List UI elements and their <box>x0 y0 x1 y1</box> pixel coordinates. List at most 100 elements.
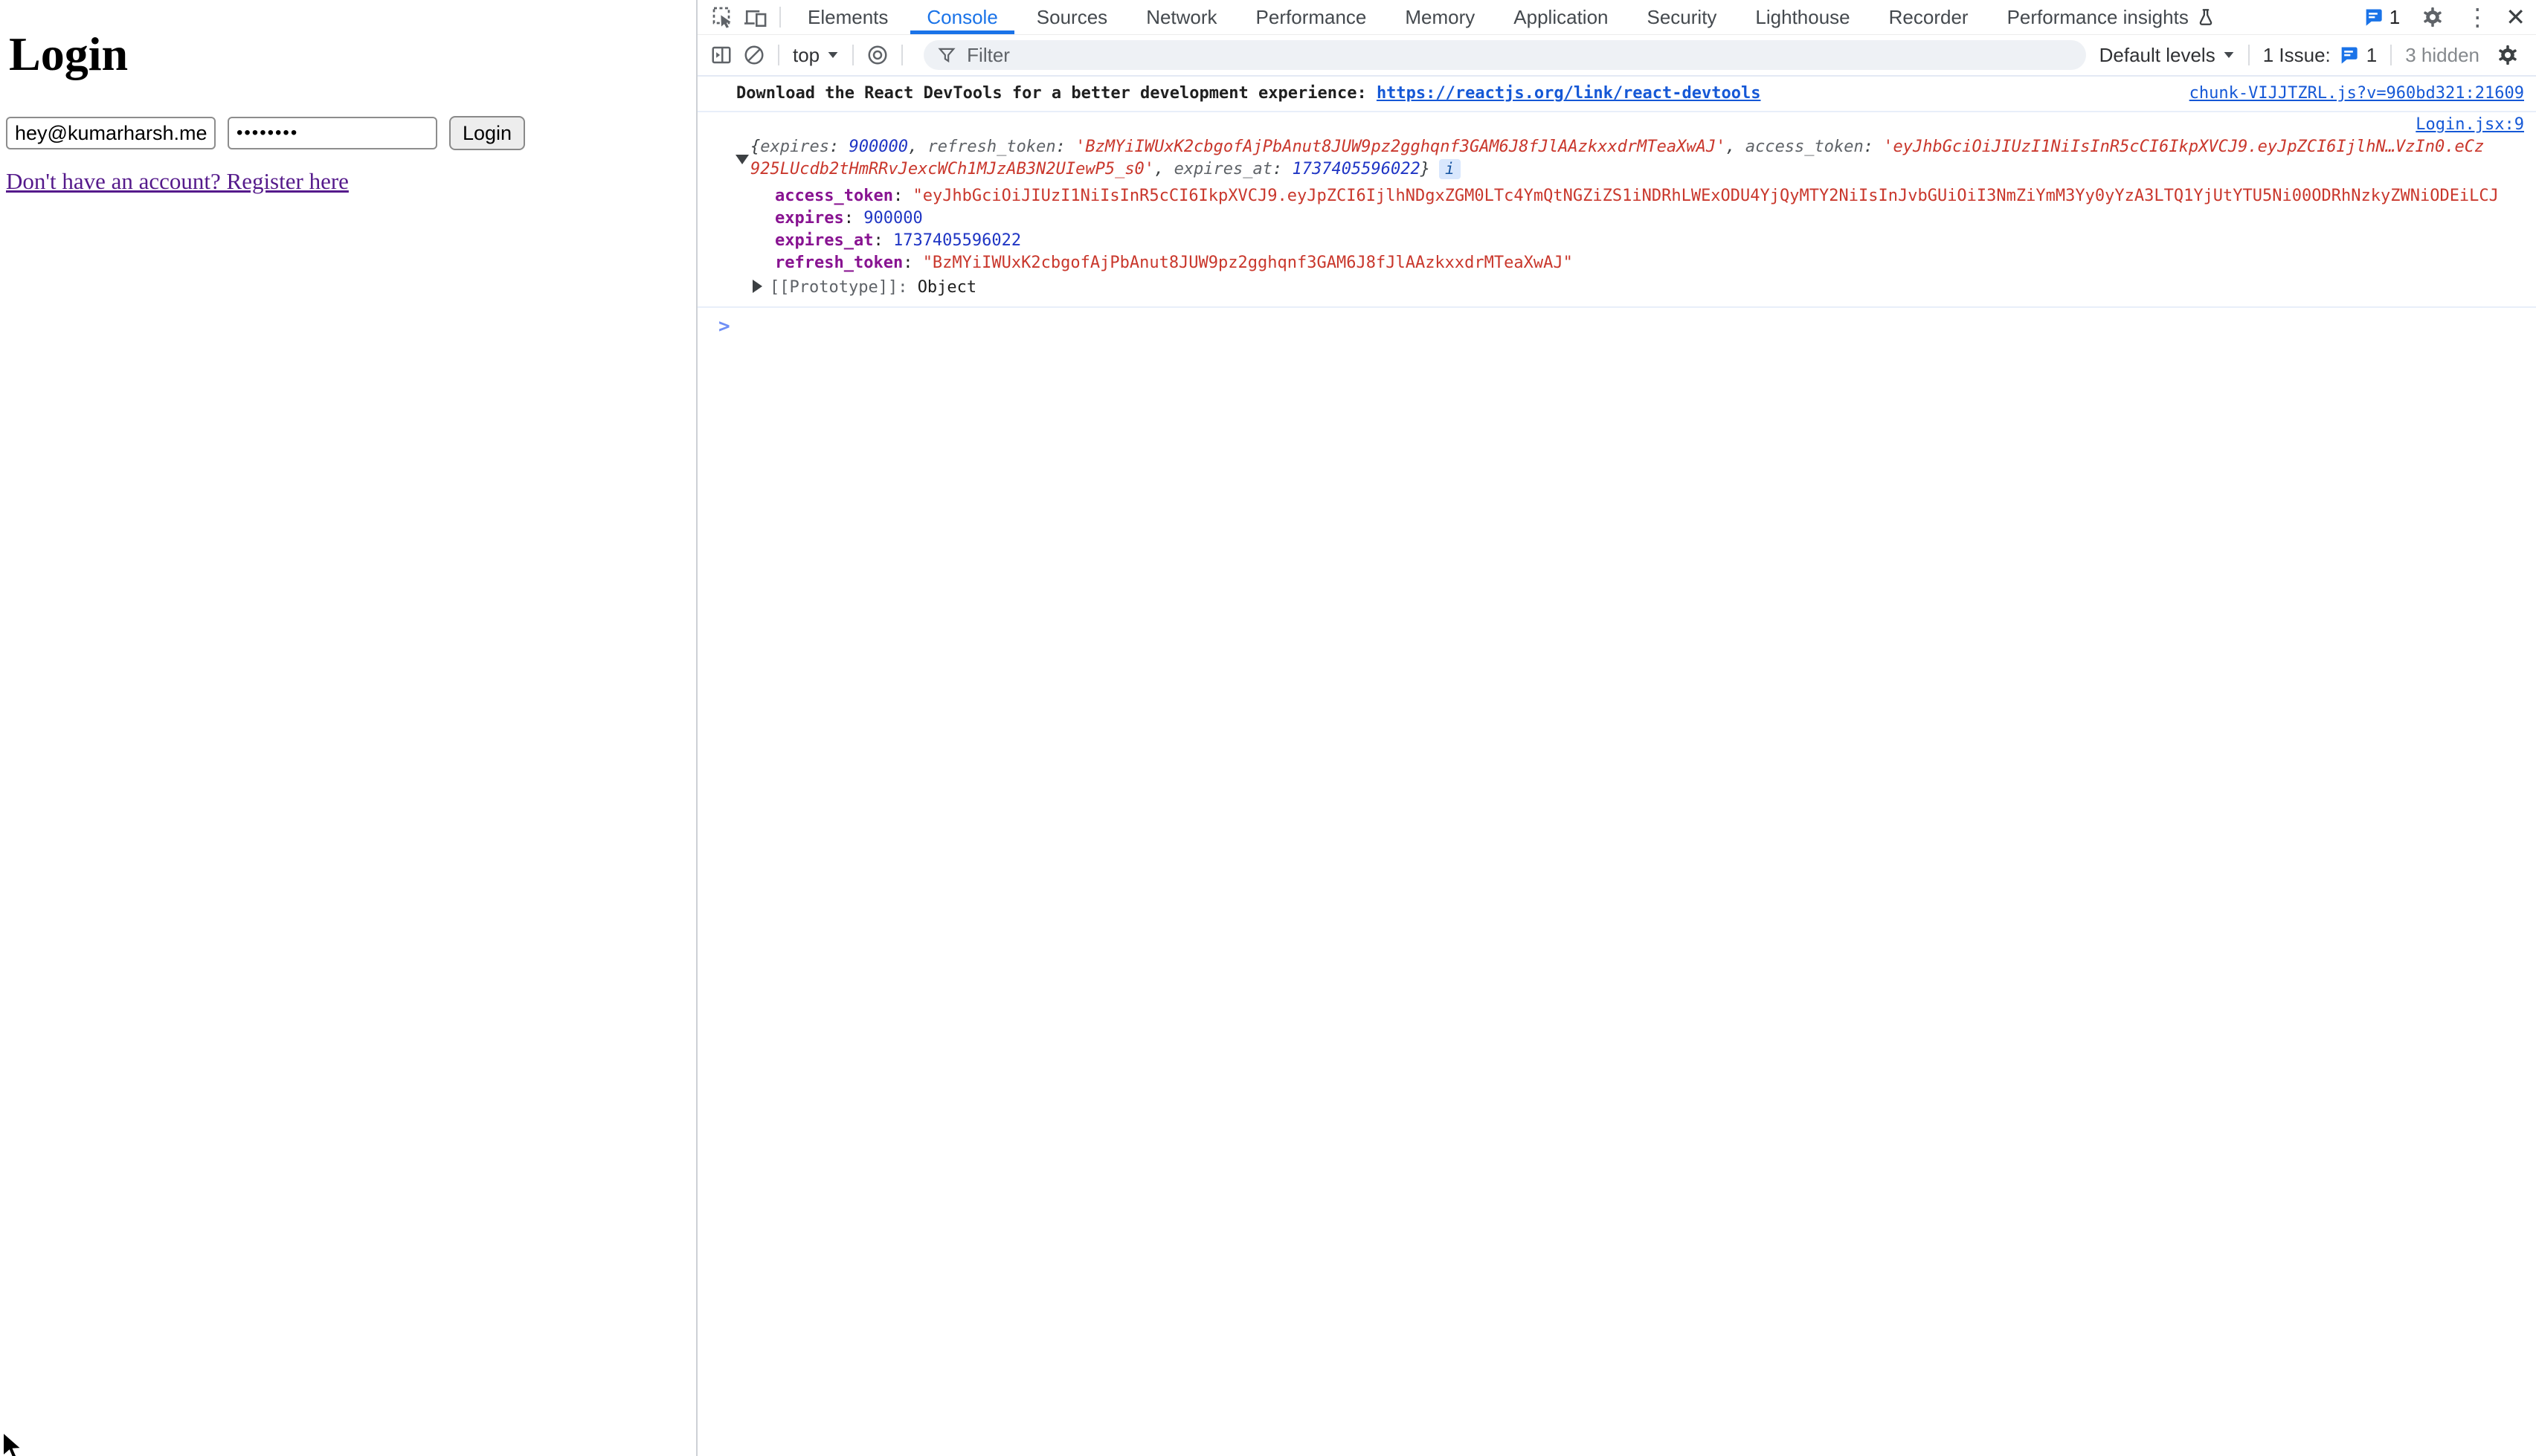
clear-console-icon[interactable] <box>738 39 770 71</box>
source-location-link[interactable]: Login.jsx:9 <box>2416 115 2524 134</box>
chevron-down-icon <box>828 52 838 58</box>
console-sidebar-toggle-icon[interactable] <box>705 39 738 71</box>
tab-performance-insights[interactable]: Performance insights <box>1988 0 2235 34</box>
preview-token: , <box>908 138 928 156</box>
context-selector[interactable]: top <box>787 44 845 67</box>
log-levels-label: Default levels <box>2099 44 2215 67</box>
collapsed-triangle-icon[interactable] <box>753 280 762 293</box>
tab-label: Application <box>1513 6 1608 29</box>
property-expires: expires: 900000 <box>775 207 2524 230</box>
console-prompt[interactable]: > <box>698 308 2536 342</box>
filter-funnel-icon <box>937 45 956 65</box>
tab-label: Sources <box>1037 6 1107 29</box>
password-field[interactable] <box>228 117 437 149</box>
screen: Login Login Don't have an account? Regis… <box>0 0 2536 1456</box>
console-messages: Download the React DevTools for a better… <box>698 77 2536 1456</box>
divider <box>2390 45 2392 65</box>
preview-token: expires_at <box>1174 160 1272 178</box>
preview-token: : <box>1056 138 1076 156</box>
property-expires_at: expires_at: 1737405596022 <box>775 230 2524 252</box>
tab-label: Lighthouse <box>1755 6 1850 29</box>
tab-label: Console <box>927 6 997 29</box>
property-key: expires_at <box>775 231 873 250</box>
property-value: "BzMYiIWUxK2cbgofAjPbAnut8JUW9pz2gghqnf3… <box>923 254 1573 272</box>
login-button[interactable]: Login <box>449 116 525 150</box>
mouse-cursor-icon <box>0 1431 30 1456</box>
tab-performance[interactable]: Performance <box>1237 0 1386 34</box>
object-properties: access_token: "eyJhbGciOiJIUzI1NiIsInR5c… <box>775 185 2524 274</box>
divider <box>852 45 854 65</box>
tab-label: Security <box>1647 6 1717 29</box>
tab-console[interactable]: Console <box>907 0 1017 34</box>
issues-count: 1 <box>2366 44 2377 67</box>
divider <box>779 7 781 28</box>
live-expression-eye-icon[interactable] <box>861 39 894 71</box>
console-message-react-devtools: Download the React DevTools for a better… <box>698 77 2536 112</box>
inspect-element-icon[interactable] <box>707 1 739 33</box>
log-levels-dropdown[interactable]: Default levels <box>2099 44 2235 67</box>
tab-memory[interactable]: Memory <box>1386 0 1494 34</box>
tab-elements[interactable]: Elements <box>788 0 907 34</box>
value-info-icon[interactable]: i <box>1439 159 1461 179</box>
console-message-object: Login.jsx:9 {expires: 900000, refresh_to… <box>698 112 2536 308</box>
settings-gear-icon[interactable] <box>2416 1 2449 33</box>
preview-token: , <box>1725 138 1745 156</box>
message-text-part: Download the React DevTools for a better… <box>736 84 1377 103</box>
preview-token: 925LUcdb2tHmRRvJexcWCh1MJzAB3N2UIewP5_s0… <box>750 160 1154 178</box>
page-title: Login <box>9 27 128 82</box>
hidden-messages-label[interactable]: 3 hidden <box>2405 44 2479 67</box>
object-preview-line1: {expires: 900000, refresh_token: 'BzMYiI… <box>750 136 2524 158</box>
devtools-tabs: Elements Console Sources Network Performance… <box>788 0 2235 34</box>
property-key: refresh_token <box>775 254 903 272</box>
tab-label: Network <box>1146 6 1217 29</box>
property-refresh_token: refresh_token: "BzMYiIWUxK2cbgofAjPbAnut… <box>775 252 2524 274</box>
flask-icon <box>2196 7 2215 28</box>
register-link[interactable]: Don't have an account? Register here <box>6 168 349 195</box>
property-key: expires <box>775 209 844 228</box>
prototype-row[interactable]: [[Prototype]]: Object <box>753 277 2524 299</box>
react-devtools-link[interactable]: https://reactjs.org/link/react-devtools <box>1377 84 1761 103</box>
tab-label: Performance insights <box>2007 6 2189 29</box>
tab-lighthouse[interactable]: Lighthouse <box>1736 0 1869 34</box>
context-selector-label: top <box>793 44 820 67</box>
source-location-link[interactable]: chunk-VIJJTZRL.js?v=960bd321:21609 <box>2189 81 2524 106</box>
close-devtools-icon[interactable]: ✕ <box>2506 5 2526 29</box>
object-preview[interactable]: {expires: 900000, refresh_token: 'BzMYiI… <box>750 136 2524 181</box>
tab-label: Performance <box>1256 6 1367 29</box>
console-filter-input[interactable]: Filter <box>924 40 2085 70</box>
tab-security[interactable]: Security <box>1628 0 1737 34</box>
prompt-chevron-icon: > <box>718 315 730 338</box>
console-settings-gear-icon[interactable] <box>2491 39 2524 71</box>
tab-network[interactable]: Network <box>1127 0 1236 34</box>
preview-token: refresh_token <box>927 138 1055 156</box>
preview-token: { <box>750 138 760 156</box>
tab-recorder[interactable]: Recorder <box>1870 0 1988 34</box>
preview-token: expires <box>760 138 829 156</box>
toolbar-issues-counter[interactable]: 1 Issue: 1 <box>2263 44 2378 67</box>
prototype-label: [[Prototype]]: <box>770 278 918 297</box>
tabbar-right: 1 <box>2348 1 2526 33</box>
preview-token: : <box>1272 160 1293 178</box>
tab-sources[interactable]: Sources <box>1017 0 1127 34</box>
preview-token: 900000 <box>849 138 907 156</box>
property-access_token: access_token: "eyJhbGciOiJIUzI1NiIsInR5c… <box>775 185 2524 207</box>
tab-application[interactable]: Application <box>1494 0 1627 34</box>
issues-label: 1 Issue: <box>2263 44 2331 67</box>
device-toolbar-icon[interactable] <box>739 1 772 33</box>
message-text: Download the React DevTools for a better… <box>736 81 1761 106</box>
devtools-panel: Elements Console Sources Network Performance… <box>696 0 2536 1456</box>
more-options-kebab-icon[interactable]: ⋮ <box>2465 5 2489 29</box>
devtools-tabbar: Elements Console Sources Network Performance… <box>698 0 2536 35</box>
preview-token: 'eyJhbGciOiJIUzI1NiIsInR5cCI6IkpXVCJ9.ey… <box>1883 138 2484 156</box>
preview-token: 'BzMYiIWUxK2cbgofAjPbAnut8JUW9pz2gghqnf3… <box>1075 138 1725 156</box>
property-value: 1737405596022 <box>893 231 1021 250</box>
issues-counter[interactable]: 1 <box>2363 6 2400 29</box>
object-preview-line2: 925LUcdb2tHmRRvJexcWCh1MJzAB3N2UIewP5_s0… <box>750 160 1430 178</box>
expand-triangle-icon[interactable] <box>736 155 749 164</box>
login-page: Login Login Don't have an account? Regis… <box>0 0 696 1456</box>
preview-token: : <box>1864 138 1884 156</box>
issues-bubble-icon <box>2363 7 2384 28</box>
preview-token: 1737405596022 <box>1293 160 1420 178</box>
preview-token: : <box>829 138 849 156</box>
email-field[interactable] <box>6 117 216 149</box>
